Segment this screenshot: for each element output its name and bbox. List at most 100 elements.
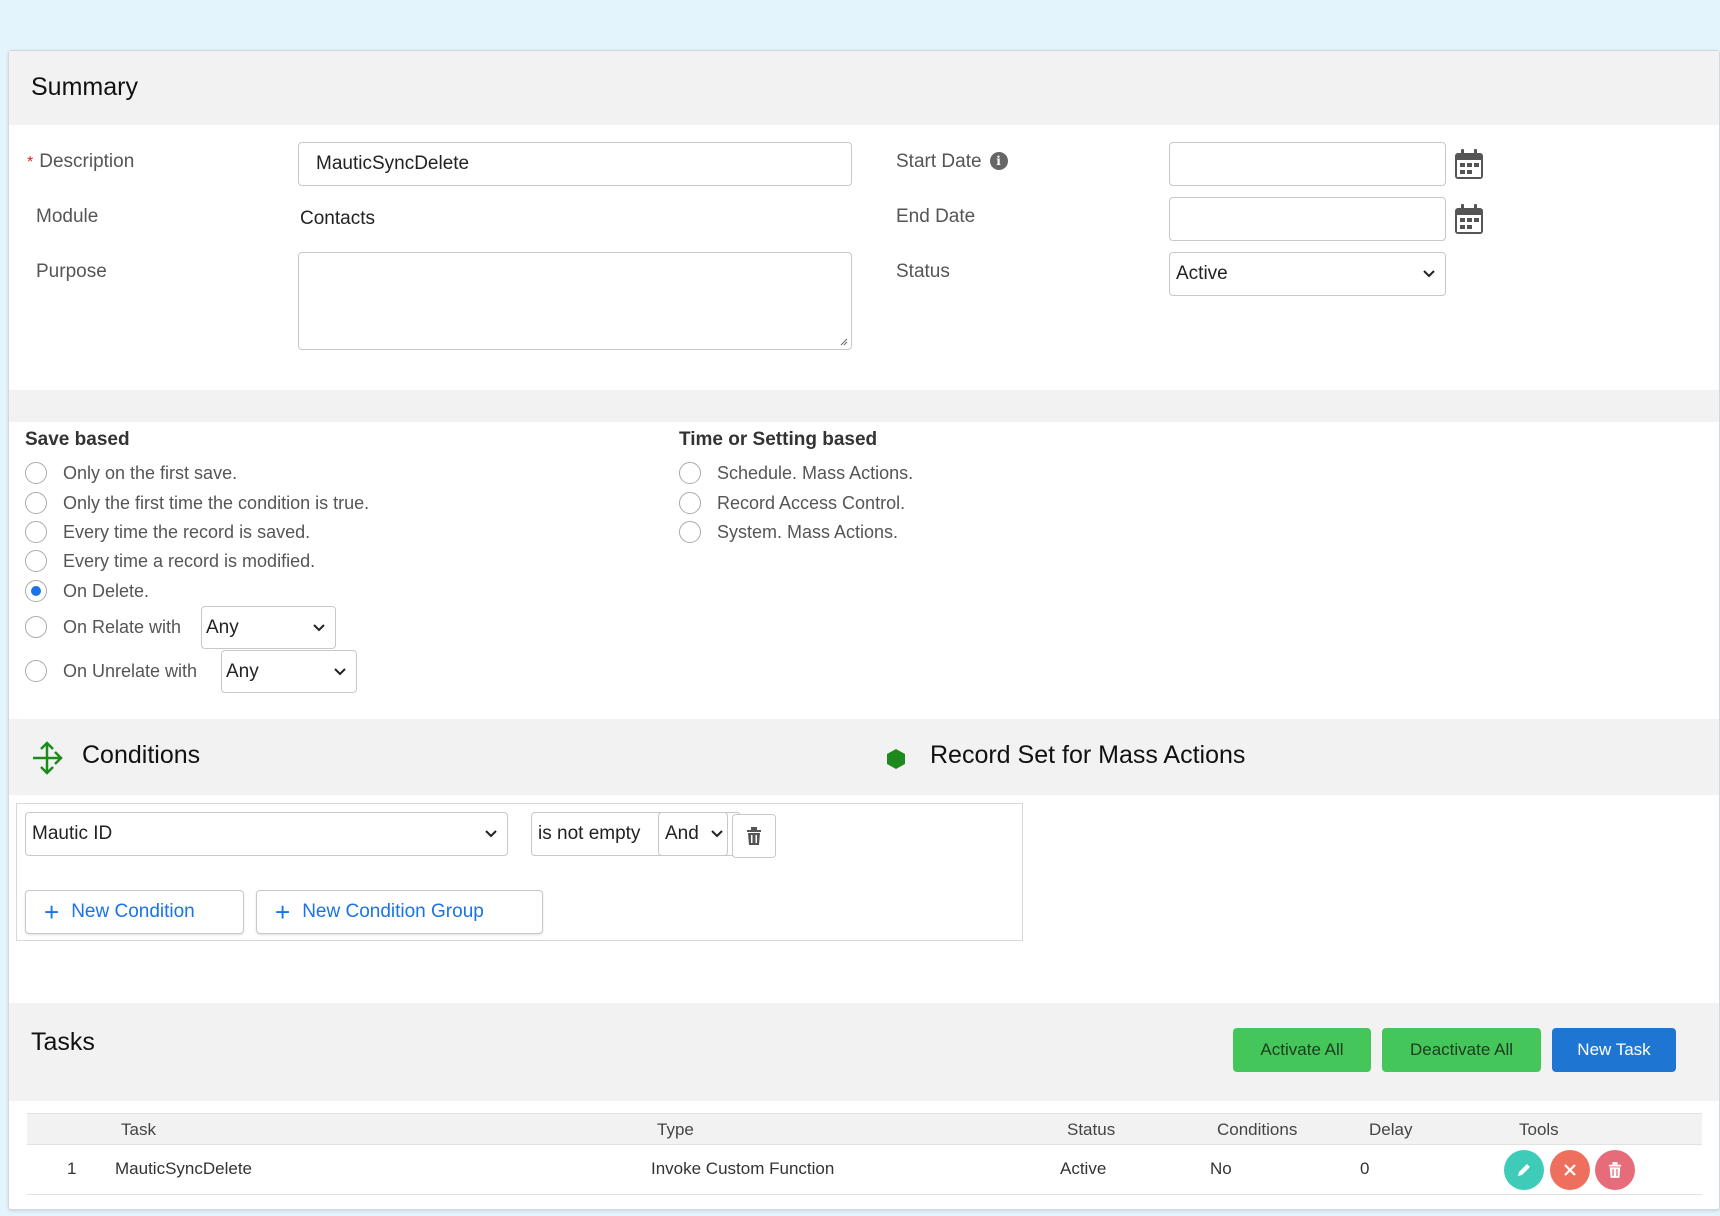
radio-button[interactable] bbox=[25, 492, 47, 514]
chevron-down-icon bbox=[334, 668, 346, 676]
new-condition-group-button[interactable]: + New Condition Group bbox=[256, 890, 543, 934]
radio-label: Every time a record is modified. bbox=[63, 550, 316, 571]
task-delay: 0 bbox=[1360, 1159, 1370, 1178]
task-type: Invoke Custom Function bbox=[651, 1159, 835, 1178]
radio-first-true[interactable]: Only the first time the condition is tru… bbox=[25, 492, 369, 514]
radio-button[interactable] bbox=[25, 462, 47, 484]
summary-header: Summary bbox=[9, 51, 1719, 125]
condition-operator-value: is not empty bbox=[538, 823, 641, 844]
radio-label: On Unrelate with bbox=[63, 660, 198, 681]
time-based-title: Time or Setting based bbox=[679, 429, 878, 450]
save-based-title: Save based bbox=[25, 429, 130, 450]
resize-grip-icon[interactable] bbox=[838, 336, 848, 346]
start-date-label-text: Start Date bbox=[896, 151, 982, 172]
conditions-title: Conditions bbox=[82, 741, 201, 769]
required-mark: * bbox=[27, 154, 34, 171]
radio-button[interactable] bbox=[25, 616, 47, 638]
start-date-label: Start Date i bbox=[896, 151, 1008, 173]
radio-on-delete[interactable]: On Delete. bbox=[25, 580, 149, 602]
task-conditions: No bbox=[1210, 1159, 1232, 1178]
plus-icon: + bbox=[275, 897, 291, 927]
chevron-down-icon bbox=[711, 830, 723, 838]
radio-label: System. Mass Actions. bbox=[717, 521, 899, 542]
relate-select-value: Any bbox=[206, 617, 239, 638]
radio-label: Only the first time the condition is tru… bbox=[63, 492, 370, 513]
radio-on-relate[interactable]: On Relate with bbox=[25, 616, 181, 638]
description-input[interactable]: MauticSyncDelete bbox=[298, 142, 852, 186]
record-set-hexagon-icon bbox=[887, 749, 905, 769]
column-status: Status bbox=[1067, 1120, 1116, 1139]
start-date-input[interactable] bbox=[1169, 142, 1446, 186]
delete-condition-button[interactable] bbox=[732, 814, 776, 858]
relate-module-select[interactable]: Any bbox=[201, 606, 336, 649]
radio-every-modify[interactable]: Every time a record is modified. bbox=[25, 550, 315, 572]
column-delay: Delay bbox=[1369, 1120, 1413, 1139]
status-label: Status bbox=[896, 261, 950, 282]
condition-logic-value: And bbox=[665, 823, 699, 844]
description-label-text: Description bbox=[39, 151, 135, 172]
condition-field-select[interactable]: Mautic ID bbox=[25, 812, 508, 856]
trigger-separator bbox=[9, 390, 1719, 422]
description-label: * Description bbox=[27, 151, 134, 173]
delete-task-button[interactable] bbox=[1595, 1150, 1635, 1190]
condition-field-value: Mautic ID bbox=[32, 823, 113, 844]
conditions-header: Conditions Record Set for Mass Actions bbox=[9, 719, 1719, 795]
edit-task-button[interactable] bbox=[1504, 1150, 1544, 1190]
radio-label: On Relate with bbox=[63, 616, 182, 637]
end-date-calendar-icon[interactable] bbox=[1454, 203, 1484, 235]
radio-every-save[interactable]: Every time the record is saved. bbox=[25, 521, 310, 543]
record-set-title: Record Set for Mass Actions bbox=[930, 741, 1246, 769]
radio-schedule-mass[interactable]: Schedule. Mass Actions. bbox=[679, 462, 913, 484]
radio-system-mass[interactable]: System. Mass Actions. bbox=[679, 521, 898, 543]
radio-label: Schedule. Mass Actions. bbox=[717, 462, 914, 483]
radio-button[interactable] bbox=[679, 521, 701, 543]
plus-icon: + bbox=[44, 897, 60, 927]
radio-label: Record Access Control. bbox=[717, 492, 906, 513]
new-condition-label: New Condition bbox=[71, 901, 195, 922]
new-condition-group-label: New Condition Group bbox=[302, 901, 484, 922]
tasks-title: Tasks bbox=[31, 1028, 95, 1056]
deactivate-all-button[interactable]: Deactivate All bbox=[1382, 1028, 1541, 1072]
unrelate-module-select[interactable]: Any bbox=[221, 650, 357, 693]
start-date-calendar-icon[interactable] bbox=[1454, 148, 1484, 180]
tasks-table-header: Task Type Status Conditions Delay Tools bbox=[27, 1113, 1702, 1145]
radio-label: On Delete. bbox=[63, 580, 150, 601]
radio-label: Every time the record is saved. bbox=[63, 521, 311, 542]
info-icon[interactable]: i bbox=[989, 152, 1008, 170]
trash-icon bbox=[747, 827, 761, 845]
radio-button-checked[interactable] bbox=[25, 580, 47, 602]
radio-button[interactable] bbox=[679, 492, 701, 514]
purpose-textarea[interactable] bbox=[298, 252, 852, 350]
chevron-down-icon bbox=[485, 830, 497, 838]
task-status: Active bbox=[1060, 1159, 1107, 1178]
radio-button[interactable] bbox=[25, 660, 47, 682]
status-select[interactable]: Active bbox=[1169, 252, 1446, 296]
task-index: 1 bbox=[67, 1159, 77, 1178]
module-value: Contacts bbox=[300, 208, 375, 229]
chevron-down-icon bbox=[1423, 270, 1435, 278]
radio-on-unrelate[interactable]: On Unrelate with bbox=[25, 660, 197, 682]
tasks-header: Tasks Activate All Deactivate All New Ta… bbox=[9, 1003, 1719, 1101]
workflow-panel: Summary * Description MauticSyncDelete Mo… bbox=[8, 50, 1720, 1210]
close-icon bbox=[1564, 1164, 1576, 1176]
radio-button[interactable] bbox=[25, 521, 47, 543]
module-label: Module bbox=[36, 206, 99, 227]
table-row: 1 MauticSyncDelete Invoke Custom Functio… bbox=[27, 1145, 1702, 1195]
status-select-value: Active bbox=[1176, 263, 1228, 284]
radio-button[interactable] bbox=[25, 550, 47, 572]
task-name: MauticSyncDelete bbox=[115, 1159, 253, 1178]
pencil-icon bbox=[1518, 1164, 1530, 1176]
end-date-input[interactable] bbox=[1169, 197, 1446, 241]
deactivate-task-button[interactable] bbox=[1550, 1150, 1590, 1190]
unrelate-select-value: Any bbox=[226, 661, 259, 682]
condition-logic-select[interactable]: And bbox=[658, 812, 728, 856]
radio-button[interactable] bbox=[679, 462, 701, 484]
activate-all-button[interactable]: Activate All bbox=[1233, 1028, 1371, 1072]
radio-first-save[interactable]: Only on the first save. bbox=[25, 462, 237, 484]
chevron-down-icon bbox=[313, 624, 325, 632]
new-task-button[interactable]: New Task bbox=[1552, 1028, 1676, 1072]
new-condition-button[interactable]: + New Condition bbox=[25, 890, 244, 934]
column-task: Task bbox=[121, 1120, 156, 1139]
radio-record-access[interactable]: Record Access Control. bbox=[679, 492, 905, 514]
column-type: Type bbox=[657, 1120, 694, 1139]
